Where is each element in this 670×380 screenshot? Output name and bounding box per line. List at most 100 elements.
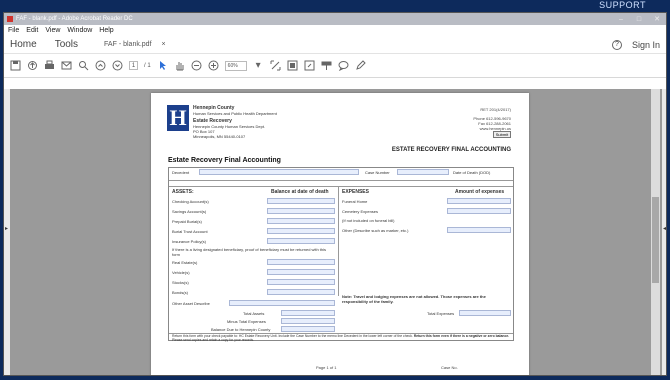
tab-tools[interactable]: Tools [55,39,78,50]
vertical-scrollbar[interactable] [651,89,660,375]
asset-vehicle: Vehicle(s) [172,270,190,275]
expense-cemetery: Cemetery Expenses [342,209,379,214]
form-title: ESTATE RECOVERY FINAL ACCOUNTING [391,147,511,153]
return-note-bold: Return this form even if there is a nega… [413,334,510,338]
hand-tool-icon[interactable] [174,60,185,71]
savings-field[interactable] [267,208,335,214]
save-icon[interactable] [10,60,21,71]
asset-insurance: Insurance Policy(s) [172,239,207,244]
minimize-button[interactable]: – [612,13,630,25]
prepaid-burial-field[interactable] [267,218,335,224]
case-no-footer: Case No. [441,365,458,370]
asset-real-estate: Real Estate(s) [172,260,198,265]
balance-due-field[interactable] [281,326,335,332]
total-assets-field[interactable] [281,310,335,316]
burial-trust-field[interactable] [267,228,335,234]
balance-header: Balance at date of death [271,189,329,195]
expenses-header: EXPENSES [342,189,369,195]
balance-due-label: Balance Due to Hennepin County [211,327,271,332]
date-of-death-label: Date of Death (DOD) [453,170,491,175]
decedent-field[interactable] [199,169,359,175]
checking-field[interactable] [267,198,335,204]
tab-document[interactable]: FAF - blank.pdf × [104,41,166,48]
amount-header: Amount of expenses [455,189,505,195]
close-window-button[interactable]: ✕ [648,13,666,25]
highlight-icon[interactable] [321,60,332,71]
accounting-form: Decedent Case Number Date of Death (DOD)… [168,167,514,342]
asset-other: Other Asset Describe [172,301,210,306]
insurance-field[interactable] [267,238,335,244]
vehicle-field[interactable] [267,269,335,275]
select-cursor-icon[interactable] [157,60,168,71]
stocks-field[interactable] [267,279,335,285]
fit-page-icon[interactable] [270,60,281,71]
case-number-field[interactable] [397,169,449,175]
window-title: FAF - blank.pdf - Adobe Acrobat Reader D… [16,16,133,22]
close-tab-icon[interactable]: × [162,41,166,48]
bonds-field[interactable] [267,289,335,295]
form-code: RET 201(4/2017) [480,107,511,112]
return-note-tail: Please send copies and retain a copy for… [172,338,254,342]
email-icon[interactable] [61,60,72,71]
contact-info: RET 201(4/2017) Phone 612-596-9670 Fax 6… [473,107,511,131]
total-expenses-label: Total Expenses [427,311,455,316]
tab-home[interactable]: Home [10,39,37,50]
zoom-out-icon[interactable] [191,60,202,71]
tab-bar: Home Tools FAF - blank.pdf × ? Sign In [4,36,666,54]
menu-edit[interactable]: Edit [26,27,38,34]
expand-left-icon[interactable]: ▸ [5,225,8,232]
decedent-label: Decedent [172,170,190,175]
page-total: / 1 [144,62,151,69]
next-page-icon[interactable] [112,60,123,71]
submit-button[interactable]: Submit [493,131,511,138]
asset-burial-trust: Burial Trust Account [172,229,208,234]
org-dept: Human Services and Public Health Departm… [193,111,277,116]
print-icon[interactable] [44,60,55,71]
acrobat-window: FAF - blank.pdf - Adobe Acrobat Reader D… [3,12,667,376]
comment-icon[interactable] [338,60,349,71]
fullscreen-icon[interactable] [304,60,315,71]
left-panel-toggle[interactable]: ▸ [4,89,10,375]
other-expense-field[interactable] [447,227,511,233]
maximize-button[interactable]: □ [630,13,648,25]
minus-expenses-field[interactable] [281,318,335,324]
scroll-mode-icon[interactable] [287,60,298,71]
scrollbar-thumb[interactable] [652,197,659,283]
zoom-level-select[interactable]: 60% [224,60,247,71]
page-number-input[interactable]: 1 [129,61,138,70]
right-panel-toggle[interactable]: ◂ [662,89,666,375]
funeral-home-field[interactable] [447,198,511,204]
pen-icon[interactable] [355,60,366,71]
address-line-2: Minneapolis, MN 55440-0107 [193,134,246,139]
total-expenses-field[interactable] [459,310,511,316]
search-icon[interactable] [78,60,89,71]
expand-right-icon[interactable]: ◂ [663,225,666,232]
cemetery-field[interactable] [447,208,511,214]
menu-window[interactable]: Window [67,27,92,34]
beneficiary-note: If there is a living designated benefici… [172,247,327,257]
case-number-label: Case Number [365,170,390,175]
asset-checking: Checking Account(s) [172,199,209,204]
travel-note: Note: Travel and lodging expenses are no… [342,294,486,304]
page-number: Page 1 of 1 [316,365,337,370]
screen-background: SUPPORT FAF - blank.pdf - Adobe Acrobat … [0,0,670,380]
asset-prepaid-burial: Prepaid Burial(s) [172,219,202,224]
minus-total-expenses-label: Minus Total Expenses [227,319,266,324]
pdf-page: H Hennepin County Human Services and Pub… [151,93,529,375]
document-viewer[interactable]: ▸ ◂ H Hennepin County Human Services and… [4,89,666,375]
chevron-down-icon[interactable]: ▾ [253,60,264,71]
help-icon[interactable]: ? [611,39,622,50]
menu-file[interactable]: File [8,27,19,34]
menu-view[interactable]: View [45,27,60,34]
upload-icon[interactable] [27,60,38,71]
section-title: Estate Recovery Final Accounting [168,157,281,164]
assets-header: ASSETS: [172,189,194,195]
menu-help[interactable]: Help [99,27,113,34]
real-estate-field[interactable] [267,259,335,265]
previous-page-icon[interactable] [95,60,106,71]
support-overlay-text: SUPPORT [599,0,646,10]
other-asset-field[interactable] [229,300,335,306]
zoom-in-icon[interactable] [208,60,219,71]
sign-in-link[interactable]: Sign In [632,40,660,50]
page-header: H Hennepin County Human Services and Pub… [167,105,277,139]
